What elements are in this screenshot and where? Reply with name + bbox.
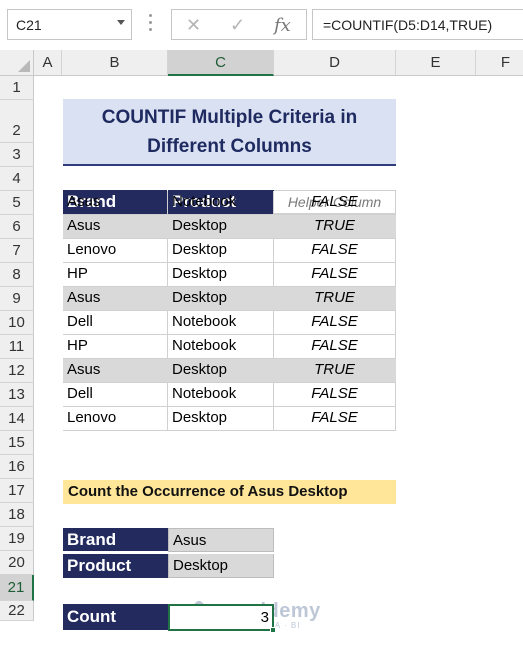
- row-header-22[interactable]: 22: [0, 601, 34, 621]
- table-cell-helper[interactable]: TRUE: [274, 359, 396, 383]
- column-header-a[interactable]: A: [34, 50, 62, 76]
- count-label[interactable]: Count: [63, 604, 168, 630]
- table-cell-brand[interactable]: Asus: [63, 215, 168, 239]
- table-cell-brand[interactable]: Asus: [63, 359, 168, 383]
- formula-bar: C21 ✕ ✓ fx =COUNTIF(D5:D14,TRUE): [0, 0, 523, 50]
- row-header-4[interactable]: 4: [0, 167, 34, 191]
- formula-text: =COUNTIF(D5:D14,TRUE): [323, 17, 493, 33]
- table-cell-product[interactable]: Notebook: [168, 191, 274, 215]
- column-header-c[interactable]: C: [168, 50, 274, 76]
- check-icon[interactable]: ✓: [230, 15, 245, 36]
- name-box[interactable]: C21: [7, 9, 132, 40]
- row-header-12[interactable]: 12: [0, 359, 34, 383]
- table-cell-product[interactable]: Desktop: [168, 263, 274, 287]
- table-cell-helper[interactable]: FALSE: [274, 263, 396, 287]
- row-header-3[interactable]: 3: [0, 143, 34, 167]
- fx-icon[interactable]: fx: [274, 15, 291, 36]
- chevron-down-icon[interactable]: [117, 20, 125, 25]
- table-cell-helper[interactable]: FALSE: [274, 191, 396, 215]
- worksheet: ABCDEF 1 2 3 4 5 6 7 8 9 10 11 12 13 14 15 16 17 18 19 20 21…: [0, 50, 523, 646]
- table-cell-product[interactable]: Desktop: [168, 407, 274, 431]
- table-cell-product[interactable]: Desktop: [168, 359, 274, 383]
- table-cell-helper[interactable]: TRUE: [274, 215, 396, 239]
- table-cell-helper[interactable]: FALSE: [274, 311, 396, 335]
- table-cell-brand[interactable]: HP: [63, 263, 168, 287]
- table-cell-product[interactable]: Notebook: [168, 335, 274, 359]
- formula-buttons: ✕ ✓ fx: [171, 9, 307, 40]
- row-header-9[interactable]: 9: [0, 287, 34, 311]
- table-cell-helper[interactable]: FALSE: [274, 383, 396, 407]
- title-line-2: Different Columns: [147, 136, 312, 157]
- table-cell-brand[interactable]: Asus: [63, 287, 168, 311]
- column-header-d[interactable]: D: [274, 50, 396, 76]
- column-header-e[interactable]: E: [396, 50, 476, 76]
- row-header-21[interactable]: 21: [0, 575, 34, 601]
- criteria-product-value[interactable]: Desktop: [168, 554, 274, 578]
- row-header-5[interactable]: 5: [0, 191, 34, 215]
- title-line-1: COUNTIF Multiple Criteria in: [101, 107, 358, 128]
- column-header-f[interactable]: F: [476, 50, 523, 76]
- row-header-19[interactable]: 19: [0, 527, 34, 551]
- table-cell-helper[interactable]: TRUE: [274, 287, 396, 311]
- table-cell-helper[interactable]: FALSE: [274, 407, 396, 431]
- criteria-product-label[interactable]: Product: [63, 554, 168, 578]
- name-box-value: C21: [16, 17, 42, 33]
- table-cell-brand[interactable]: HP: [63, 335, 168, 359]
- row-header-10[interactable]: 10: [0, 311, 34, 335]
- row-header-2[interactable]: 2: [0, 100, 34, 143]
- table-cell-brand[interactable]: Dell: [63, 311, 168, 335]
- section-banner[interactable]: Count the Occurrence of Asus Desktop: [63, 480, 396, 504]
- table-cell-product[interactable]: Notebook: [168, 311, 274, 335]
- row-header-20[interactable]: 20: [0, 551, 34, 575]
- table-cell-helper[interactable]: FALSE: [274, 335, 396, 359]
- row-header-13[interactable]: 13: [0, 383, 34, 407]
- row-header-6[interactable]: 6: [0, 215, 34, 239]
- fill-handle[interactable]: [270, 627, 276, 633]
- row-header-17[interactable]: 17: [0, 479, 34, 503]
- table-cell-product[interactable]: Desktop: [168, 287, 274, 311]
- active-cell-count-value[interactable]: 3: [168, 604, 274, 631]
- row-header-1[interactable]: 1: [0, 76, 34, 100]
- criteria-brand-label[interactable]: Brand: [63, 528, 168, 552]
- table-cell-brand[interactable]: Lenovo: [63, 407, 168, 431]
- table-cell-brand[interactable]: Asus: [63, 191, 168, 215]
- drag-handle-icon[interactable]: [149, 14, 152, 34]
- row-header-16[interactable]: 16: [0, 455, 34, 479]
- row-header-11[interactable]: 11: [0, 335, 34, 359]
- row-header-14[interactable]: 14: [0, 407, 34, 431]
- table-cell-product[interactable]: Desktop: [168, 215, 274, 239]
- row-header-7[interactable]: 7: [0, 239, 34, 263]
- table-cell-brand[interactable]: Lenovo: [63, 239, 168, 263]
- row-header-8[interactable]: 8: [0, 263, 34, 287]
- table-cell-brand[interactable]: Dell: [63, 383, 168, 407]
- table-cell-helper[interactable]: FALSE: [274, 239, 396, 263]
- formula-input[interactable]: =COUNTIF(D5:D14,TRUE): [312, 9, 523, 40]
- criteria-brand-value[interactable]: Asus: [168, 528, 274, 552]
- row-header-15[interactable]: 15: [0, 431, 34, 455]
- sheet-title: COUNTIF Multiple Criteria in Different C…: [63, 99, 396, 166]
- table-cell-product[interactable]: Notebook: [168, 383, 274, 407]
- column-header-b[interactable]: B: [62, 50, 168, 76]
- row-header-18[interactable]: 18: [0, 503, 34, 527]
- close-icon[interactable]: ✕: [186, 15, 201, 36]
- select-all-corner[interactable]: [0, 50, 34, 76]
- count-value: 3: [260, 609, 269, 626]
- table-cell-product[interactable]: Desktop: [168, 239, 274, 263]
